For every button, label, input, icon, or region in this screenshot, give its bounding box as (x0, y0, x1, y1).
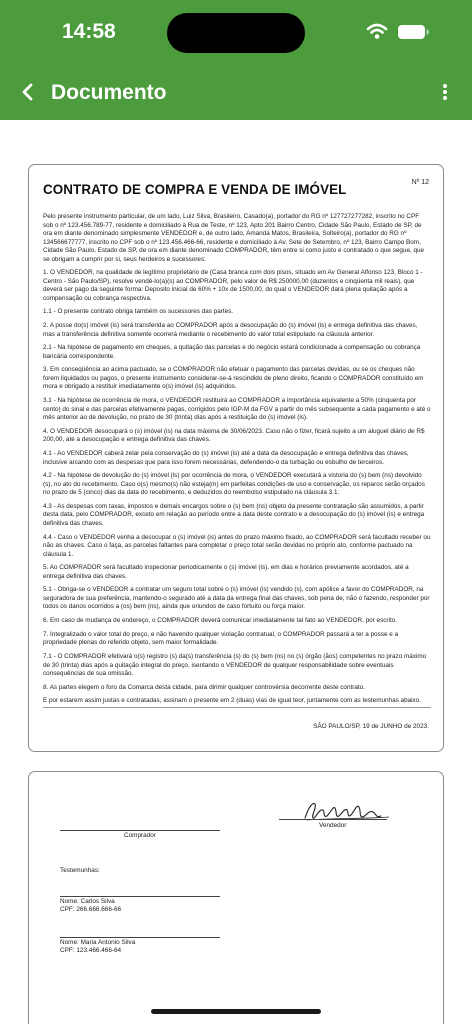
status-time: 14:58 (62, 20, 116, 43)
place-date: SÃO PAULO/SP, 19 de JUNHO de 2023. (313, 723, 429, 730)
contract-paragraph: Pelo presente instrumento particular, de… (43, 213, 425, 263)
status-icons (366, 23, 429, 39)
divider (43, 707, 431, 708)
contract-paragraph: 2.1 - Na hipótese de pagamento em cheque… (43, 344, 421, 360)
contract-paragraph: E por estarem assim justas e contratadas… (43, 697, 421, 705)
contract-paragraph: 2. A posse do(s) imóvel (is) será transf… (43, 322, 418, 338)
contract-paragraph: 4.1 - Ao VENDEDOR caberá zelar pela cons… (43, 450, 409, 466)
seller-label: Vendedor (319, 822, 347, 829)
contract-card: Nº 12 CONTRATO DE COMPRA E VENDA DE IMÓV… (28, 164, 444, 752)
contract-paragraph: 8. As partes elegem o foro da Comarca de… (43, 683, 365, 691)
battery-icon (398, 25, 429, 39)
contract-paragraph: 6. Em caso de mudança de endereço, o COM… (43, 617, 397, 625)
contract-paragraph: 7.1 - O COMPRADOR efetivará o(s) registr… (43, 653, 427, 677)
signatures-card: Vendedor Comprador Testemunhas: Nome: Ca… (28, 771, 444, 1024)
witness-2-signature-line (60, 937, 220, 938)
witness-1-name: Nome: Carlos Silva (60, 898, 115, 905)
contract-paragraph: 3. Em conseqüência ao acima pactuado, se… (43, 366, 424, 391)
contract-paragraph: 1.1 - O presente contrato obriga também … (43, 308, 234, 316)
contract-paragraph: 5.1 - Obriga-se o VENDEDOR a contratar u… (43, 586, 430, 611)
dynamic-island (167, 13, 305, 53)
contract-paragraph: 4. O VENDEDOR desocupará o (s) imóvel (i… (43, 427, 425, 444)
contract-paragraph: 5. Ao COMPRADOR será facultado inspecion… (43, 564, 409, 580)
seller-signature-line (279, 819, 387, 820)
chevron-left-icon (22, 83, 33, 101)
more-vertical-icon (443, 84, 447, 100)
witness-2-name: Nome: Maria Antonio Silva (60, 939, 136, 946)
contract-paragraph: 7. Integralizado o valor total do preço,… (43, 630, 399, 647)
page-title: Documento (51, 81, 167, 104)
witness-1-signature-line (60, 896, 220, 897)
contract-paragraph: 4.4 - Caso o VENDEDOR venha a desocupar … (43, 533, 431, 558)
witnesses-label: Testemunhas: (60, 867, 100, 874)
buyer-label: Comprador (124, 832, 156, 839)
contract-paragraph: 3.1 - Na hipótese de ocorrência de mora,… (43, 397, 431, 422)
contract-body: Pelo presente instrumento particular, de… (43, 213, 431, 711)
contract-paragraph: 1. O VENDEDOR, na qualidade de legítimo … (43, 269, 423, 302)
home-indicator[interactable] (151, 1009, 321, 1014)
wifi-icon (366, 23, 388, 39)
back-button[interactable] (14, 78, 42, 106)
witness-2-cpf: CPF: 123.466.466-64 (60, 947, 122, 954)
status-bar: 14:58 (0, 0, 472, 62)
more-options-button[interactable] (434, 79, 456, 105)
buyer-signature-line (60, 830, 220, 831)
contract-paragraph: 4.2 - Na hipótese de devolução do (s) im… (43, 472, 425, 497)
contract-title: CONTRATO DE COMPRA E VENDA DE IMÓVEL (43, 182, 347, 197)
witness-1-cpf: CPF: 266.666.666-66 (60, 906, 122, 913)
app-bar: Documento (0, 62, 472, 120)
document-number: Nº 12 (411, 179, 429, 186)
contract-paragraph: 4.3 - As despesas com taxas, impostos e … (43, 502, 425, 527)
seller-signature (304, 802, 390, 821)
